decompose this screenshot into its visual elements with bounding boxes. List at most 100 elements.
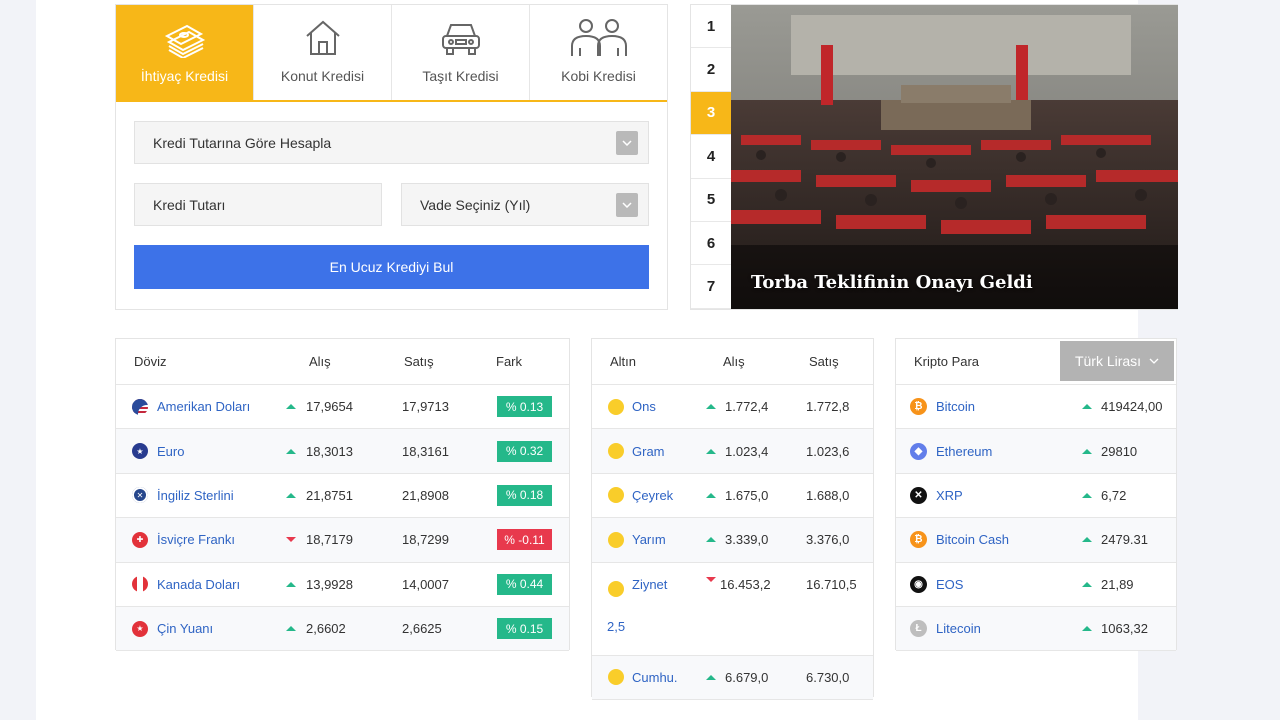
change-badge: % 0.15	[497, 618, 552, 640]
table-row: ✕ İngiliz Sterlini 21,8751 21,8908 % 0.1…	[116, 473, 569, 519]
currency-name[interactable]: İsviçre Frankı	[157, 532, 235, 547]
gold-coin-icon	[608, 398, 624, 415]
table-row: Ł Litecoin 1063,32	[896, 606, 1176, 652]
arrow-up-icon	[1082, 581, 1092, 587]
table-row: Cumhu. 6.679,0 6.730,0	[592, 655, 873, 700]
tab-kobi-kredisi[interactable]: Kobi Kredisi	[530, 5, 667, 100]
arrow-up-icon	[1082, 404, 1092, 410]
gold-coin-icon	[608, 669, 624, 686]
arrow-up-icon	[1082, 448, 1092, 454]
currency-sell: 18,3161	[402, 443, 449, 459]
table-row: ✕ XRP 6,72	[896, 473, 1176, 519]
gold-name[interactable]: Gram	[632, 444, 665, 459]
col-header-gold: Altın	[610, 354, 637, 369]
currency-buy: 18,3013	[306, 443, 353, 459]
arrow-down-icon	[706, 576, 716, 582]
currency-name[interactable]: İngiliz Sterlini	[157, 488, 234, 503]
gold-name[interactable]: Ziynet	[632, 577, 667, 592]
news-headline[interactable]: Torba Teklifinin Onayı Geldi	[751, 272, 1033, 293]
tab-ihtiyac-kredisi[interactable]: İhtiyaç Kredisi	[116, 5, 254, 100]
arrow-up-icon	[286, 404, 296, 410]
arrow-up-icon	[706, 448, 716, 454]
gold-coin-icon	[608, 580, 624, 597]
gold-buy: 1.675,0	[725, 487, 769, 503]
currency-sell: 18,7299	[402, 532, 449, 548]
parliament-photo	[731, 5, 1178, 309]
change-badge: % -0.11	[497, 529, 552, 551]
arrow-up-icon	[1082, 537, 1092, 543]
currency-name[interactable]: Euro	[157, 444, 184, 459]
gold-name[interactable]: Cumhu.	[632, 670, 678, 685]
news-page-2[interactable]: 2	[691, 48, 731, 92]
news-image[interactable]: Torba Teklifinin Onayı Geldi	[731, 5, 1178, 309]
gold-sell: 3.376,0	[806, 532, 850, 548]
calc-mode-value: Kredi Tutarına Göre Hesapla	[153, 134, 332, 151]
table-row: ◉ EOS 21,89	[896, 562, 1176, 607]
people-icon	[570, 19, 627, 56]
news-pagination: 1 2 3 4 5 6 7	[691, 5, 731, 309]
crypto-name[interactable]: Litecoin	[936, 621, 981, 636]
table-row: Ziynet 16.453,2 16.710,5 2,5	[592, 562, 873, 656]
arrow-up-icon	[706, 537, 716, 543]
house-icon	[305, 20, 340, 55]
table-row: Yarım 3.339,0 3.376,0	[592, 518, 873, 563]
gold-buy: 1.772,4	[725, 399, 769, 415]
tab-konut-kredisi[interactable]: Konut Kredisi	[254, 5, 392, 100]
tab-label: İhtiyaç Kredisi	[140, 68, 229, 84]
gold-buy: 3.339,0	[725, 532, 769, 548]
crypto-table-header: Kripto Para Türk Lirası	[896, 339, 1176, 385]
currency-buy: 18,7179	[306, 532, 353, 548]
eu-flag-icon: ★	[132, 443, 148, 460]
bitcoin-icon: ₿	[910, 398, 927, 416]
calc-mode-select[interactable]: Kredi Tutarına Göre Hesapla	[134, 121, 649, 164]
crypto-value: 2479.31	[1101, 532, 1148, 548]
currency-name[interactable]: Amerikan Doları	[157, 399, 250, 414]
crypto-name[interactable]: XRP	[936, 488, 963, 503]
news-page-5[interactable]: 5	[691, 179, 731, 222]
crypto-name[interactable]: Bitcoin	[936, 399, 975, 414]
arrow-up-icon	[706, 404, 716, 410]
tab-label: Konut Kredisi	[280, 68, 365, 84]
crypto-name[interactable]: Bitcoin Cash	[936, 532, 1009, 547]
gold-name[interactable]: Çeyrek	[632, 488, 673, 503]
currency-sell: 17,9713	[402, 399, 449, 415]
news-page-1[interactable]: 1	[691, 5, 731, 49]
gold-name[interactable]: Ons	[632, 399, 656, 414]
gold-name[interactable]: Yarım	[632, 532, 666, 547]
term-select[interactable]: Vade Seçiniz (Yıl)	[401, 183, 649, 226]
news-slider: 1 2 3 4 5 6 7 Torba Teklifinin Onayı Gel…	[690, 4, 1178, 310]
us-flag-icon	[132, 398, 148, 415]
col-header-sell: Satış	[809, 354, 839, 369]
car-icon	[441, 24, 480, 55]
news-page-4[interactable]: 4	[691, 135, 731, 179]
gold-sell: 1.688,0	[806, 487, 850, 503]
crypto-name[interactable]: EOS	[936, 577, 963, 592]
tab-tasit-kredisi[interactable]: Taşıt Kredisi	[392, 5, 530, 100]
litecoin-icon: Ł	[910, 620, 927, 638]
news-page-7[interactable]: 7	[691, 265, 731, 309]
find-cheapest-credit-button[interactable]: En Ucuz Krediyi Bul	[134, 245, 649, 289]
col-header-crypto: Kripto Para	[914, 354, 980, 369]
arrow-up-icon	[1082, 492, 1092, 498]
term-select-value: Vade Seçiniz (Yıl)	[420, 196, 531, 213]
change-badge: % 0.44	[497, 573, 552, 595]
currency-name[interactable]: Çin Yuanı	[157, 621, 213, 636]
gold-buy: 1.023,4	[725, 443, 769, 459]
col-header-buy: Alış	[723, 354, 745, 369]
news-page-6[interactable]: 6	[691, 222, 731, 266]
tab-label: Kobi Kredisi	[561, 68, 636, 84]
table-row: Gram 1.023,4 1.023,6	[592, 429, 873, 474]
arrow-up-icon	[286, 492, 296, 498]
gold-extra-value: 2,5	[607, 618, 626, 634]
arrow-up-icon	[286, 626, 296, 632]
gold-coin-icon	[608, 443, 624, 460]
crypto-currency-select[interactable]: Türk Lirası	[1060, 341, 1174, 381]
col-header-sell: Satış	[404, 354, 434, 369]
news-page-3[interactable]: 3	[691, 91, 731, 136]
currency-buy: 21,8751	[306, 487, 353, 503]
crypto-name[interactable]: Ethereum	[936, 444, 992, 459]
credit-amount-input[interactable]: Kredi Tutarı	[134, 183, 382, 226]
currency-name[interactable]: Kanada Doları	[157, 577, 240, 592]
uk-flag-icon: ✕	[132, 487, 148, 504]
china-flag-icon: ★	[132, 620, 148, 637]
